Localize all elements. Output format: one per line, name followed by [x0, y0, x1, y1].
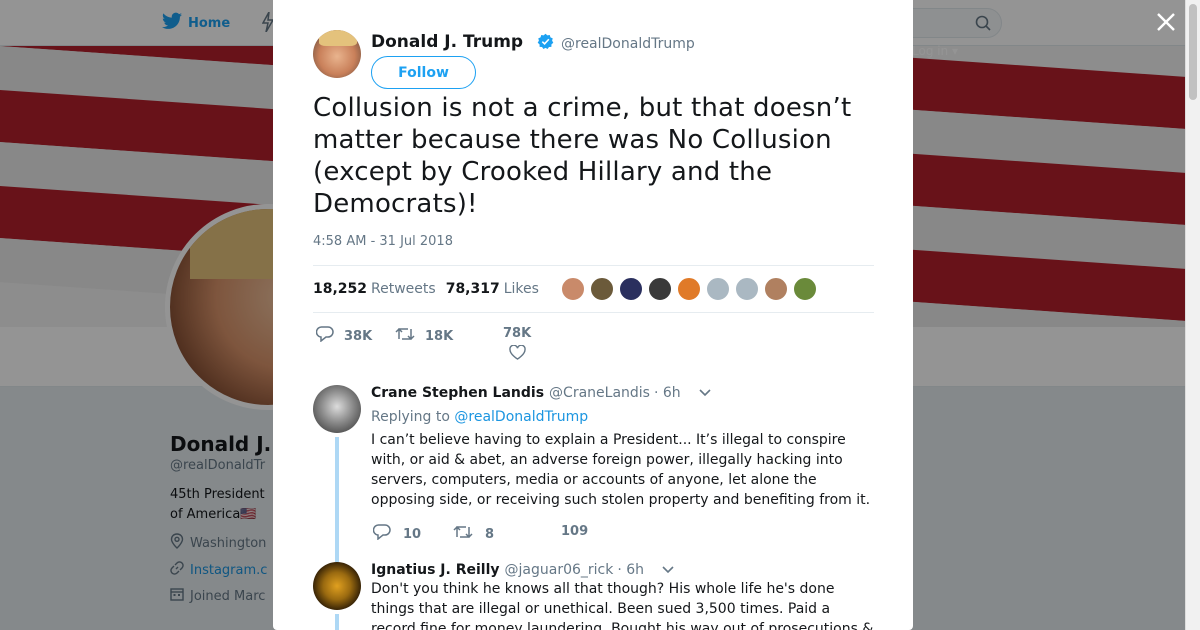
liker-avatar[interactable] [647, 277, 672, 301]
reply-count: 38K [344, 328, 373, 344]
reply-author-name[interactable]: Ignatius J. Reilly [371, 562, 500, 578]
reply-time[interactable]: · 6h [654, 385, 681, 401]
tweet-timestamp[interactable]: 4:58 AM - 31 Jul 2018 [313, 234, 453, 249]
retweet-icon [453, 524, 473, 544]
reply-action[interactable]: 10 [372, 524, 422, 544]
liker-avatar[interactable] [792, 277, 817, 301]
reply-icon [315, 326, 334, 346]
tweet-actions: 38K 18K 78K [313, 322, 613, 372]
retweet-action[interactable]: 18K [395, 326, 453, 346]
verified-badge-icon [537, 33, 554, 54]
reply-tweet[interactable]: Crane Stephen Landis @CraneLandis · 6h R… [313, 385, 875, 562]
like-action[interactable]: 78K [503, 326, 531, 364]
reply-count: 10 [403, 526, 422, 542]
reply-actions: 10 8 109 [371, 524, 671, 544]
retweet-action[interactable]: 8 [453, 524, 494, 544]
like-count[interactable]: 78,317 [446, 281, 500, 297]
like-short-count: 78K [503, 326, 532, 341]
tweet-text: Collusion is not a crime, but that doesn… [313, 93, 852, 219]
liker-avatar[interactable] [734, 277, 759, 301]
tweet-modal: Donald J. Trump @realDonaldTrump Follow … [273, 0, 913, 630]
retweet-count[interactable]: 18,252 [313, 281, 367, 297]
author-name[interactable]: Donald J. Trump [371, 32, 523, 52]
liker-avatars [560, 277, 817, 301]
liker-avatar[interactable] [618, 277, 643, 301]
reply-author-handle[interactable]: @CraneLandis [549, 385, 650, 401]
retweet-count: 8 [485, 526, 495, 542]
reply-time[interactable]: · 6h [617, 562, 644, 578]
page-scrollbar[interactable] [1185, 0, 1200, 630]
reply-avatar[interactable] [313, 562, 361, 610]
like-label[interactable]: Likes [504, 281, 539, 297]
retweet-short-count: 18K [425, 328, 454, 344]
liker-avatar[interactable] [676, 277, 701, 301]
retweet-icon [395, 326, 415, 346]
author-handle[interactable]: @realDonaldTrump [561, 36, 695, 52]
reply-action[interactable]: 38K [315, 326, 373, 346]
like-count: 109 [561, 524, 589, 539]
tweet-stats: 18,252 Retweets 78,317 Likes [313, 265, 874, 313]
retweet-label[interactable]: Retweets [371, 281, 436, 297]
reply-tweet[interactable]: Ignatius J. Reilly @jaguar06_rick · 6h D… [313, 562, 875, 630]
scrollbar-thumb[interactable] [1189, 4, 1197, 100]
heart-icon [508, 344, 526, 364]
reply-text: Don't you think he knows all that though… [371, 581, 874, 630]
reply-header: Ignatius J. Reilly @jaguar06_rick · 6h [371, 562, 674, 578]
liker-avatar[interactable] [705, 277, 730, 301]
chevron-down-icon[interactable] [662, 562, 674, 578]
close-icon[interactable] [1154, 12, 1178, 36]
replying-to-mention[interactable]: @realDonaldTrump [454, 409, 588, 425]
reply-icon [372, 524, 391, 544]
liker-avatar[interactable] [589, 277, 614, 301]
reply-header: Crane Stephen Landis @CraneLandis · 6h [371, 385, 711, 401]
thread-line [335, 437, 339, 562]
thread-line [335, 614, 339, 630]
reply-author-handle[interactable]: @jaguar06_rick [505, 562, 614, 578]
reply-text: I can’t believe having to explain a Pres… [371, 432, 871, 508]
reply-author-name[interactable]: Crane Stephen Landis [371, 385, 544, 401]
follow-button[interactable]: Follow [371, 56, 476, 89]
like-action[interactable]: 109 [561, 524, 588, 539]
chevron-down-icon[interactable] [699, 385, 711, 401]
liker-avatar[interactable] [560, 277, 585, 301]
liker-avatar[interactable] [763, 277, 788, 301]
reply-avatar[interactable] [313, 385, 361, 433]
replying-to: Replying to @realDonaldTrump [371, 409, 589, 425]
author-avatar[interactable] [313, 30, 361, 78]
